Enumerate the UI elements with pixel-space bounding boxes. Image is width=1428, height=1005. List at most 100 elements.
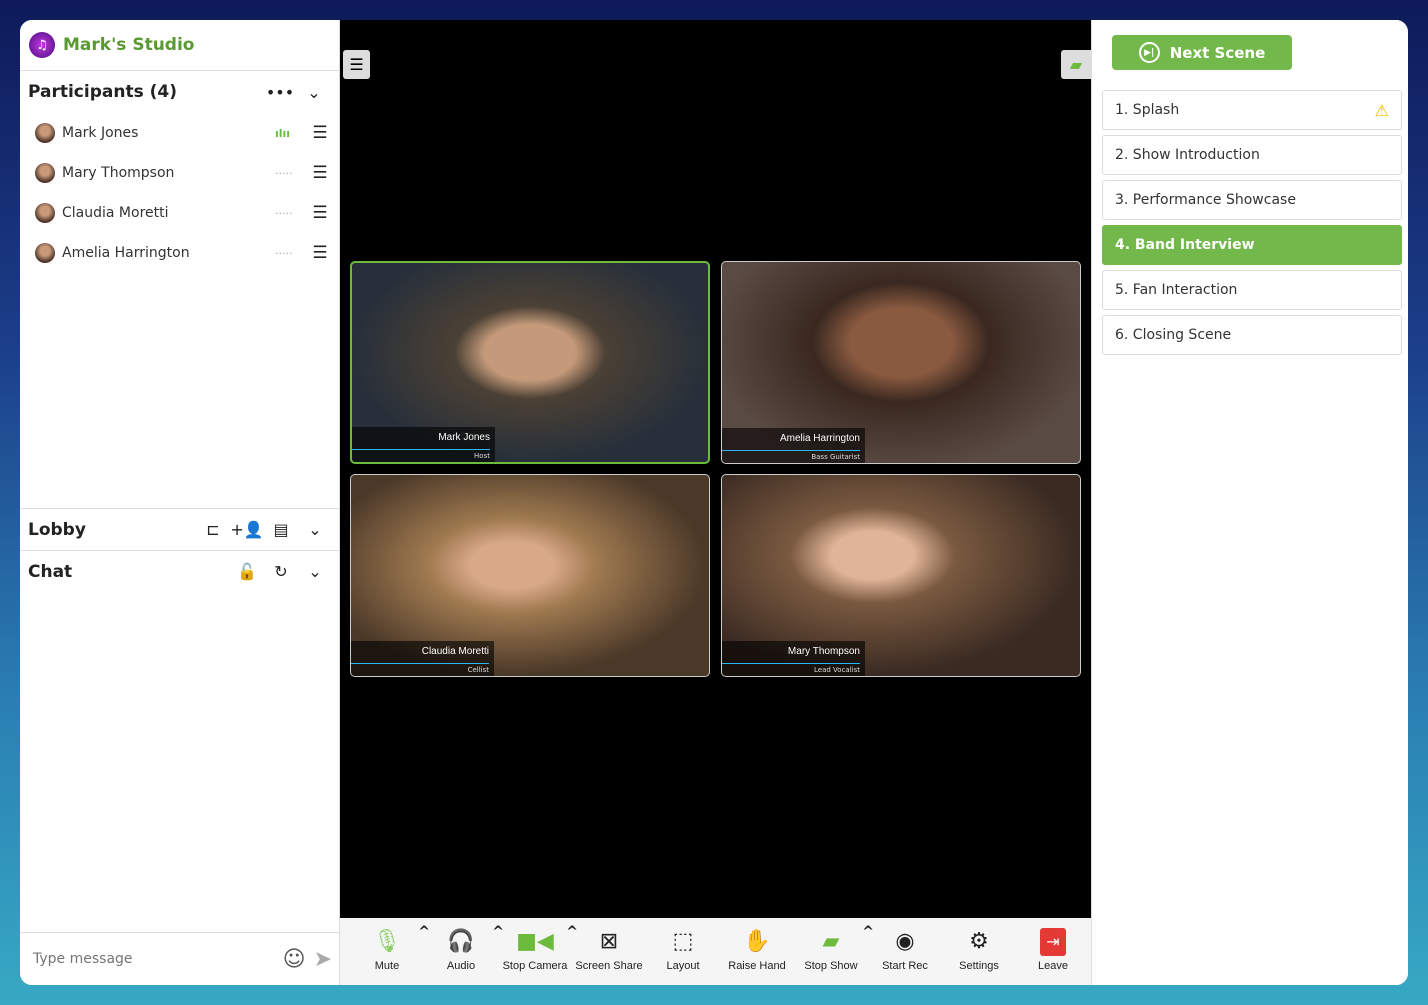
scenes-panel: ▶| Next Scene 1. Splash ⚠ 2. Show Introduc… xyxy=(1091,20,1408,985)
scene-item[interactable]: 2. Show Introduction xyxy=(1102,135,1402,175)
scene-label: 4. Band Interview xyxy=(1115,237,1255,253)
video-role: Cellist xyxy=(467,666,489,674)
start-rec-label: Start Rec xyxy=(882,960,928,972)
send-icon[interactable]: ➤ xyxy=(314,947,332,972)
emoji-icon[interactable]: ☺ xyxy=(283,947,306,972)
audio-button[interactable]: 🎧 Audio ^ xyxy=(424,918,504,985)
raise-hand-label: Raise Hand xyxy=(728,960,786,972)
chat-title: Chat xyxy=(28,561,73,582)
headphones-off-icon: 🎧 xyxy=(447,929,475,954)
left-sidebar: ♫ Mark's Studio Participants (4) ••• ⌄ M… xyxy=(20,20,340,985)
next-scene-label: Next Scene xyxy=(1169,43,1266,62)
music-note-icon: ♫ xyxy=(29,32,55,58)
mute-label: Mute xyxy=(374,960,400,972)
participant-name: Amelia Harrington xyxy=(62,245,190,261)
participant-name: Claudia Moretti xyxy=(62,205,169,221)
layout-button[interactable]: ⬚ Layout xyxy=(646,918,720,985)
stop-show-label: Stop Show xyxy=(804,960,858,972)
scene-label: 3. Performance Showcase xyxy=(1115,192,1296,208)
avatar xyxy=(35,243,55,263)
name-label: Mark Jones Host xyxy=(352,427,495,462)
settings-button[interactable]: ⚙ Settings xyxy=(942,918,1016,985)
skip-next-icon: ▶| xyxy=(1138,42,1160,63)
clapperboard-icon: ▰ xyxy=(822,929,840,954)
name-label: Mary Thompson Lead Vocalist xyxy=(722,641,865,676)
mute-button[interactable]: 🎙 Mute ^ xyxy=(350,918,430,985)
stop-camera-label: Stop Camera xyxy=(502,960,568,972)
more-options-icon[interactable]: ••• xyxy=(263,83,297,102)
scene-item[interactable]: 6. Closing Scene xyxy=(1102,315,1402,355)
participant-name: Mary Thompson xyxy=(62,165,175,181)
video-tile[interactable]: Amelia Harrington Bass Guitarist xyxy=(721,261,1081,464)
hamburger-menu-icon[interactable]: ☰ xyxy=(343,50,370,79)
screen-share-off-icon: ⊠ xyxy=(599,929,619,954)
door-icon[interactable]: ⊏ xyxy=(196,520,230,539)
leave-label: Leave xyxy=(1038,960,1068,972)
record-icon: ◉ xyxy=(895,929,915,954)
participant-item[interactable]: Mary Thompson ····· ☰ xyxy=(20,153,339,193)
start-rec-button[interactable]: ◉ Start Rec xyxy=(868,918,942,985)
participants-list: Mark Jones ılıı ☰ Mary Thompson ····· ☰ Clau… xyxy=(20,113,339,273)
scene-label: 6. Closing Scene xyxy=(1115,327,1232,343)
video-name: Claudia Moretti xyxy=(351,641,489,664)
avatar xyxy=(35,203,55,223)
message-composer: ☺ ➤ xyxy=(20,932,340,985)
message-icon[interactable]: ▤ xyxy=(264,520,298,539)
name-label: Amelia Harrington Bass Guitarist xyxy=(722,428,865,463)
stop-show-button[interactable]: ▰ Stop Show ^ xyxy=(794,918,874,985)
audio-label: Audio xyxy=(446,960,476,972)
scene-item[interactable]: 3. Performance Showcase xyxy=(1102,180,1402,220)
video-role: Host xyxy=(474,452,490,460)
layout-label: Layout xyxy=(666,960,700,972)
microphone-icon: 🎙 xyxy=(373,929,401,954)
participant-name: Mark Jones xyxy=(62,125,139,141)
video-role: Bass Guitarist xyxy=(811,453,860,461)
scene-label: 5. Fan Interaction xyxy=(1115,282,1238,298)
participant-item[interactable]: Mark Jones ılıı ☰ xyxy=(20,113,339,153)
chat-message-input[interactable] xyxy=(33,951,275,967)
chevron-down-icon[interactable]: ⌄ xyxy=(298,520,332,539)
video-tile[interactable]: Mary Thompson Lead Vocalist xyxy=(721,474,1081,677)
screen-share-label: Screen Share xyxy=(575,960,643,972)
participant-item[interactable]: Amelia Harrington ····· ☰ xyxy=(20,233,339,273)
clapperboard-icon[interactable]: ▰ xyxy=(1061,50,1091,79)
refresh-icon[interactable]: ↻ xyxy=(264,562,298,581)
video-name: Amelia Harrington xyxy=(722,428,860,451)
video-name: Mark Jones xyxy=(352,427,490,450)
hamburger-menu-icon[interactable]: ☰ xyxy=(311,203,329,223)
brand-header: ♫ Mark's Studio xyxy=(20,20,339,71)
stop-camera-button[interactable]: ■◀ Stop Camera ^ xyxy=(498,918,578,985)
scene-item[interactable]: 5. Fan Interaction xyxy=(1102,270,1402,310)
lobby-title: Lobby xyxy=(28,519,86,540)
audio-level-icon: ılıı xyxy=(275,126,291,140)
hamburger-menu-icon[interactable]: ☰ xyxy=(311,243,329,263)
video-name: Mary Thompson xyxy=(722,641,860,664)
next-scene-button[interactable]: ▶| Next Scene xyxy=(1112,35,1292,70)
audio-level-icon: ····· xyxy=(275,166,293,180)
scene-item[interactable]: 1. Splash ⚠ xyxy=(1102,90,1402,130)
hamburger-menu-icon[interactable]: ☰ xyxy=(311,163,329,183)
video-tile[interactable]: Claudia Moretti Cellist xyxy=(350,474,710,677)
audio-level-icon: ····· xyxy=(275,206,293,220)
chevron-down-icon[interactable]: ⌄ xyxy=(298,562,332,581)
chevron-down-icon[interactable]: ⌄ xyxy=(297,83,331,102)
scene-item-active[interactable]: 4. Band Interview xyxy=(1102,225,1402,265)
scene-label: 1. Splash xyxy=(1115,102,1180,118)
video-stage: ☰ ▰ Mark Jones Host Amelia Harrington Bass… xyxy=(340,20,1091,918)
leave-button[interactable]: ⇥ Leave xyxy=(1016,918,1090,985)
add-person-icon[interactable]: +👤 xyxy=(230,520,264,539)
hamburger-menu-icon[interactable]: ☰ xyxy=(311,123,329,143)
video-tile[interactable]: Mark Jones Host xyxy=(350,261,710,464)
layout-icon: ⬚ xyxy=(672,929,694,954)
lobby-header: Lobby ⊏ +👤 ▤ ⌄ xyxy=(20,508,340,550)
video-role: Lead Vocalist xyxy=(814,666,860,674)
meeting-toolbar: 🎙 Mute ^ 🎧 Audio ^ ■◀ Stop Camera ^ ⊠ Screen Sh… xyxy=(340,918,1091,985)
hand-icon: ✋ xyxy=(743,929,771,954)
participants-header: Participants (4) ••• ⌄ xyxy=(20,71,339,113)
unlock-icon[interactable]: 🔓 xyxy=(230,562,264,581)
participant-item[interactable]: Claudia Moretti ····· ☰ xyxy=(20,193,339,233)
exit-icon: ⇥ xyxy=(1040,928,1066,956)
screen-share-button[interactable]: ⊠ Screen Share xyxy=(572,918,646,985)
raise-hand-button[interactable]: ✋ Raise Hand xyxy=(720,918,794,985)
avatar xyxy=(35,163,55,183)
